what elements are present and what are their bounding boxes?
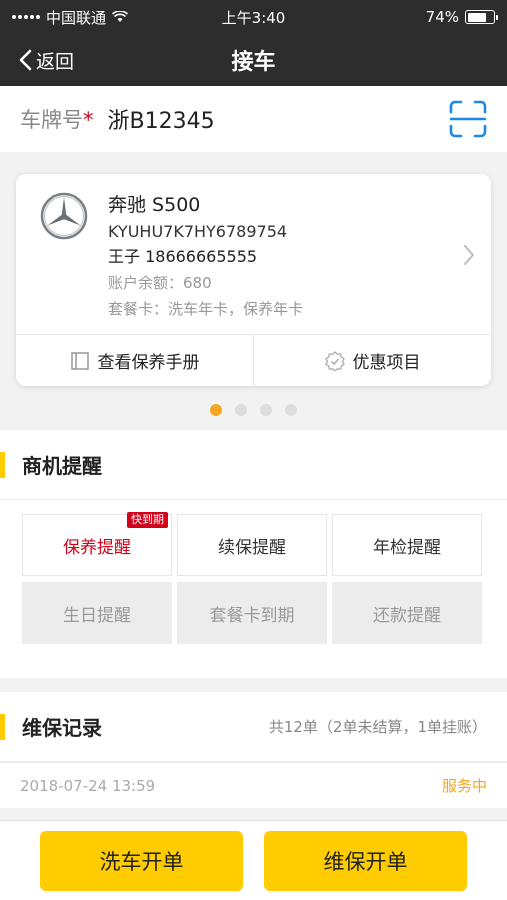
reminder-label: 还款提醒: [373, 605, 441, 626]
carousel-dot[interactable]: [285, 404, 297, 416]
carousel-dot[interactable]: [260, 404, 272, 416]
vehicle-info[interactable]: 奔驰 S500 KYUHU7K7HY6789754 王子 18666665555…: [16, 174, 491, 334]
discount-check-icon: [324, 350, 345, 371]
record-status: 服务中: [441, 777, 487, 795]
vin-number: KYUHU7K7HY6789754: [108, 222, 288, 241]
reminder-label: 续保提醒: [218, 537, 286, 558]
reminder-label: 套餐卡到期: [209, 605, 295, 626]
back-button[interactable]: 返回: [0, 47, 74, 74]
repayment-reminder-button[interactable]: 还款提醒: [332, 582, 482, 644]
expiring-badge: 快到期: [127, 512, 168, 528]
reminder-label: 生日提醒: [63, 605, 131, 626]
mercedes-logo-icon: [40, 192, 88, 240]
discount-items-button[interactable]: 优惠项目: [253, 335, 491, 386]
vehicle-card: 奔驰 S500 KYUHU7K7HY6789754 王子 18666665555…: [16, 174, 491, 386]
discount-items-label: 优惠项目: [352, 353, 421, 373]
bottom-action-bar: 洗车开单 维保开单: [0, 820, 507, 900]
carousel-indicator: [0, 396, 507, 430]
scan-icon[interactable]: [449, 100, 487, 138]
chevron-right-icon: [464, 245, 474, 265]
reminder-label: 年检提醒: [373, 537, 441, 558]
required-mark: *: [83, 108, 94, 132]
view-manual-button[interactable]: 查看保养手册: [16, 335, 253, 386]
status-bar: 中国联通 上午3:40 74%: [0, 0, 507, 34]
plate-input[interactable]: 浙B12345: [108, 103, 450, 135]
carrier-label: 中国联通: [46, 8, 107, 27]
annual-inspection-button[interactable]: 年检提醒: [332, 514, 482, 576]
package-cards: 套餐卡：洗车年卡，保养年卡: [108, 300, 304, 318]
section-accent-bar: [0, 714, 5, 740]
plate-label: 车牌号*: [20, 104, 94, 134]
repair-order-label: 维保开单: [323, 849, 408, 874]
carousel-dot[interactable]: [235, 404, 247, 416]
vehicle-details: 奔驰 S500 KYUHU7K7HY6789754 王子 18666665555…: [108, 190, 469, 318]
wash-order-label: 洗车开单: [99, 849, 184, 874]
card-actions: 查看保养手册 优惠项目: [16, 334, 491, 386]
wifi-icon: [112, 11, 129, 22]
car-model: 奔驰 S500: [108, 194, 201, 216]
status-bar-right: 74%: [425, 8, 498, 26]
battery-icon: [465, 10, 498, 24]
page-title: 接车: [231, 50, 276, 75]
chevron-left-icon: [19, 49, 32, 71]
signal-icon: [12, 15, 40, 19]
opportunity-header: 商机提醒: [0, 430, 507, 500]
carousel-dot-active[interactable]: [210, 404, 222, 416]
section-accent-bar: [0, 452, 5, 478]
maintenance-header[interactable]: 维保记录 共12单（2单未结算，1单挂账）: [0, 692, 507, 762]
maintenance-title: 维保记录: [22, 716, 102, 740]
nav-bar: 返回 接车: [0, 34, 507, 86]
plate-label-text: 车牌号: [20, 108, 83, 132]
wash-order-button[interactable]: 洗车开单: [40, 830, 243, 891]
vehicle-card-area: 奔驰 S500 KYUHU7K7HY6789754 王子 18666665555…: [0, 152, 507, 396]
opportunity-title: 商机提醒: [22, 454, 102, 478]
battery-percent: 74%: [425, 8, 459, 26]
maintenance-summary: 共12单（2单未结算，1单挂账）: [268, 718, 487, 736]
section-gap: [0, 678, 507, 692]
manual-icon: [70, 351, 89, 370]
plate-row: 车牌号* 浙B12345: [0, 86, 507, 152]
insurance-renewal-button[interactable]: 续保提醒: [177, 514, 327, 576]
birthday-reminder-button[interactable]: 生日提醒: [22, 582, 172, 644]
account-balance: 账户余额：680: [108, 274, 212, 292]
maintenance-record-row[interactable]: 2018-07-24 13:59 服务中: [0, 762, 507, 808]
record-date: 2018-07-24 13:59: [20, 776, 156, 795]
reminder-label: 保养提醒: [63, 537, 131, 558]
status-bar-left: 中国联通: [12, 7, 129, 28]
package-expiry-button[interactable]: 套餐卡到期: [177, 582, 327, 644]
back-label: 返回: [36, 50, 75, 73]
repair-order-button[interactable]: 维保开单: [264, 830, 467, 891]
owner-info: 王子 18666665555: [108, 247, 258, 266]
view-manual-label: 查看保养手册: [97, 353, 200, 373]
maintenance-reminder-button[interactable]: 保养提醒 快到期: [22, 512, 172, 576]
reminder-grid: 保养提醒 快到期 续保提醒 年检提醒 生日提醒 套餐卡到期 还款提醒: [0, 500, 507, 678]
